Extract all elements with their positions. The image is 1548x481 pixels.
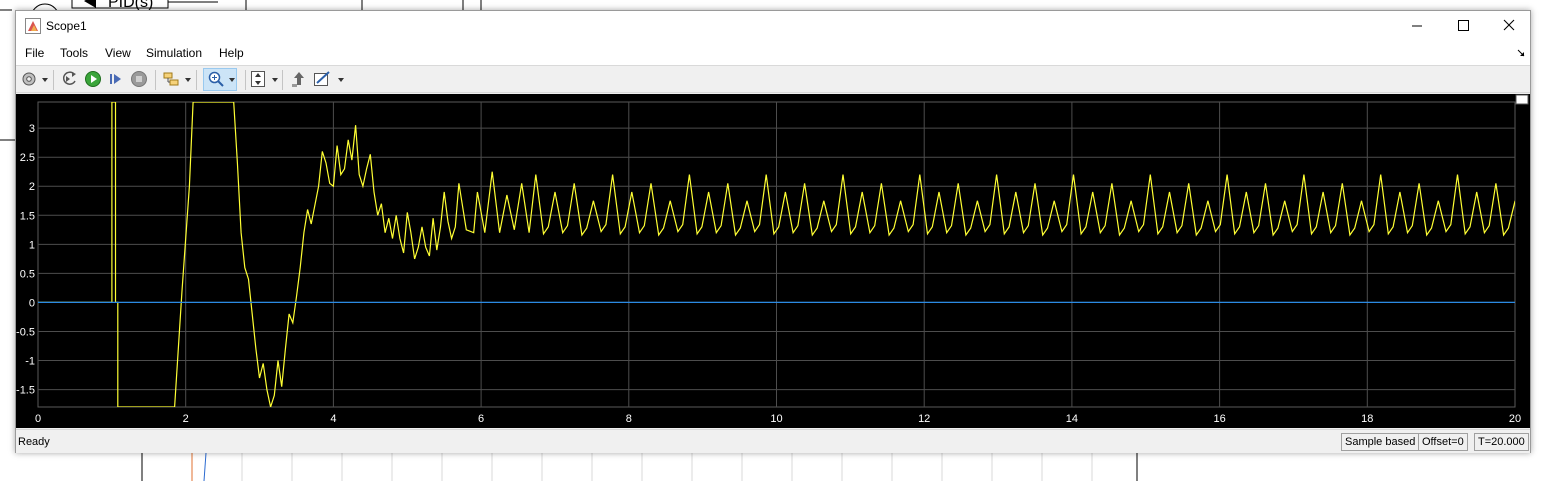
menu-view[interactable]: View [105,46,131,60]
zoom-button[interactable] [203,68,237,91]
scope-display[interactable]: 0 2 4 6 8 10 12 14 16 18 20 3 2.5 2 1.5 1 0.5 0 -0.5 -1 -1.5 [16,94,1530,428]
x-tick-label: 14 [1066,413,1078,425]
status-bar: Ready Sample based Offset=0 T=20.000 [16,429,1530,453]
menu-file[interactable]: File [25,46,44,60]
toolbar-separator [155,70,156,90]
scope-window: Scope1 File Tools View Simulation Help 0… [15,10,1531,453]
signal-selection-icon[interactable] [162,70,180,88]
minimize-button[interactable] [1394,11,1440,41]
x-tick-label: 8 [626,413,632,425]
maximize-icon [1458,20,1469,31]
x-tick-label: 16 [1213,413,1225,425]
toolbar-separator [53,70,54,90]
status-text: Ready [18,436,50,448]
scope-plot[interactable]: 0 2 4 6 8 10 12 14 16 18 20 3 2.5 2 1.5 1 0.5 0 -0.5 -1 -1.5 [16,94,1530,428]
chevron-down-icon[interactable] [42,78,48,82]
x-tick-label: 10 [770,413,782,425]
menu-simulation[interactable]: Simulation [146,46,202,60]
y-tick-label: 0.5 [20,268,35,280]
maximize-axes-icon [1515,94,1529,105]
x-tick-label: 18 [1361,413,1373,425]
x-tick-label: 20 [1509,413,1521,425]
y-tick-label: 0 [29,297,35,309]
zoom-in-icon [208,71,224,87]
run-icon[interactable] [84,70,102,88]
x-tick-label: 4 [330,413,336,425]
menu-tools[interactable]: Tools [60,46,88,60]
close-icon [1503,19,1515,31]
x-tick-label: 6 [478,413,484,425]
step-forward-icon[interactable] [107,70,125,88]
toolbar-separator [245,70,246,90]
toolbar-separator [196,70,197,90]
x-tick-label: 12 [918,413,930,425]
chevron-down-icon[interactable] [229,78,235,82]
measurement-icon[interactable] [313,70,331,88]
toolbar-separator [282,70,283,90]
step-back-icon[interactable] [61,70,79,88]
simulink-scope-icon [25,18,41,34]
y-tick-label: 2.5 [20,152,35,164]
sample-mode-indicator: Sample based [1341,433,1420,451]
minimize-icon [1412,25,1422,27]
y-tick-label: -1 [25,356,35,368]
chevron-down-icon[interactable] [338,78,344,82]
maximize-button[interactable] [1440,11,1486,41]
scale-axes-icon[interactable] [249,70,267,88]
y-tick-label: 1.5 [20,210,35,222]
title-bar[interactable]: Scope1 [16,11,1530,41]
time-indicator: T=20.000 [1474,433,1529,451]
menu-help[interactable]: Help [219,46,244,60]
y-tick-label: -1.5 [16,385,35,397]
y-tick-label: 2 [29,181,35,193]
y-tick-label: 3 [29,123,35,135]
y-tick-label: 1 [29,239,35,251]
toolbar [16,65,1530,93]
x-tick-label: 0 [35,413,41,425]
offset-indicator: Offset=0 [1418,433,1468,451]
undock-icon[interactable] [1516,46,1526,58]
x-tick-label: 2 [183,413,189,425]
stop-icon[interactable] [130,70,148,88]
settings-icon[interactable] [20,70,38,88]
menu-bar: File Tools View Simulation Help [16,41,1530,65]
scope-preview [142,453,1138,481]
chevron-down-icon[interactable] [185,78,191,82]
chevron-down-icon[interactable] [272,78,278,82]
close-button[interactable] [1486,11,1532,41]
window-title: Scope1 [46,19,87,33]
highlight-simulink-block-icon[interactable] [290,70,308,88]
y-tick-label: -0.5 [16,326,35,338]
